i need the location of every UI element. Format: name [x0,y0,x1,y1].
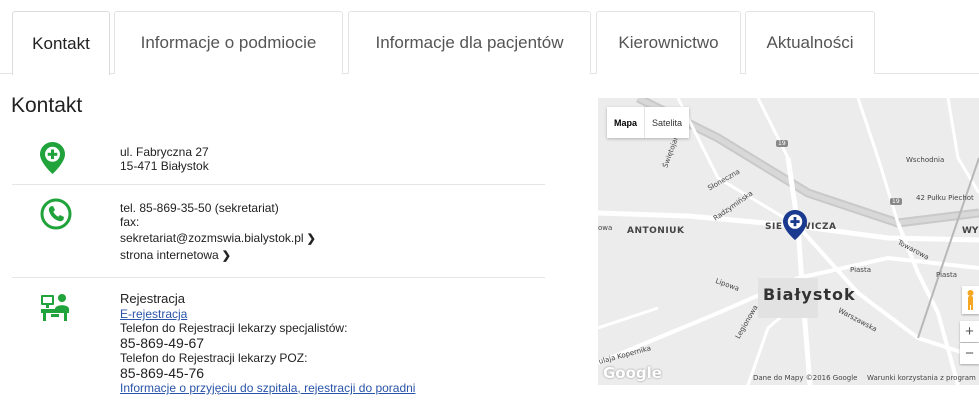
map-road-badge-19: 19 [776,140,788,147]
website-link[interactable]: strona internetowa ❯ [120,248,316,263]
contact-block: tel. 85-869-35-50 (sekretariat) fax: sek… [120,201,316,263]
map-attribution: Dane do Mapy ©2016 Google [753,374,858,382]
address-city: 15-471 Białystok [120,159,209,173]
phone-icon [40,198,72,235]
map-label-owa: owa [598,224,613,232]
address-block: ul. Fabryczna 27 15-471 Białystok [120,145,209,173]
e-registration-link[interactable]: E-rejestracja [120,307,415,321]
street-view-pegman-icon[interactable] [962,286,979,314]
map-type-map-button[interactable]: Mapa [607,107,644,138]
map-label-piasta-2: Piasta [936,271,957,279]
map-label-antoniuk: ANTONIUK [627,226,685,236]
tab-kierownictwo[interactable]: Kierownictwo [596,11,741,74]
poz-phone-label: Telefon do Rejestracji lekarzy POZ: [120,351,308,365]
map-label-wy: WY [962,226,979,236]
map-label-city: Białystok [763,285,856,304]
map-label-piasta: Piasta [850,266,871,274]
map-label-wschodnia: Wschodnia [906,156,945,164]
phone-number: tel. 85-869-35-50 (sekretariat) [120,201,279,215]
zoom-in-button[interactable]: + [960,321,979,342]
registration-title: Rejestracja [120,291,186,306]
row-divider [12,277,545,278]
section-title: Kontakt [11,94,83,117]
email-link[interactable]: sekretariat@zozmswia.bialystok.pl ❯ [120,231,316,246]
chevron-right-icon: ❯ [221,250,231,262]
row-divider [12,184,545,185]
registration-block: Rejestracja E-rejestracja Telefon do Rej… [120,291,415,395]
map-marker-icon[interactable] [783,210,807,245]
email-text: sekretariat@zozmswia.bialystok.pl [120,231,304,245]
map-type-control: Mapa Satelita [607,107,690,138]
address-street: ul. Fabryczna 27 [120,145,209,159]
admission-info-link[interactable]: Informacje o przyjęciu do szpitala, reje… [120,381,415,395]
map-type-satellite-button[interactable]: Satelita [644,107,689,138]
website-text: strona internetowa [120,248,219,262]
map-label-42-pulku: 42 Pułku Piechot [916,194,974,202]
map-terms-link[interactable]: Warunki korzystania z program [867,374,976,382]
tab-informacje-o-podmiocie[interactable]: Informacje o podmiocie [114,11,343,74]
fax-label: fax: [120,215,140,229]
tab-bar: Kontakt Informacje o podmiocie Informacj… [0,0,979,75]
tab-kontakt[interactable]: Kontakt [12,11,110,75]
poz-phone: 85-869-45-76 [120,365,205,381]
map-road-badge-19-2: 19 [890,198,902,205]
tab-informacje-dla-pacjentow[interactable]: Informacje dla pacjentów [348,11,591,74]
specialists-phone-label: Telefon do Rejestracji lekarzy specjalis… [120,321,348,335]
tab-aktualnosci[interactable]: Aktualności [745,11,875,74]
google-logo: Google [603,364,662,382]
registration-desk-icon [40,292,70,327]
chevron-right-icon: ❯ [306,233,316,245]
specialists-phone: 85-869-49-67 [120,335,205,351]
location-plus-icon [40,142,65,179]
map-view[interactable]: ANTONIUK SIE WICZA WY Białystok Towarowa… [598,98,979,385]
zoom-out-button[interactable]: − [960,343,979,364]
